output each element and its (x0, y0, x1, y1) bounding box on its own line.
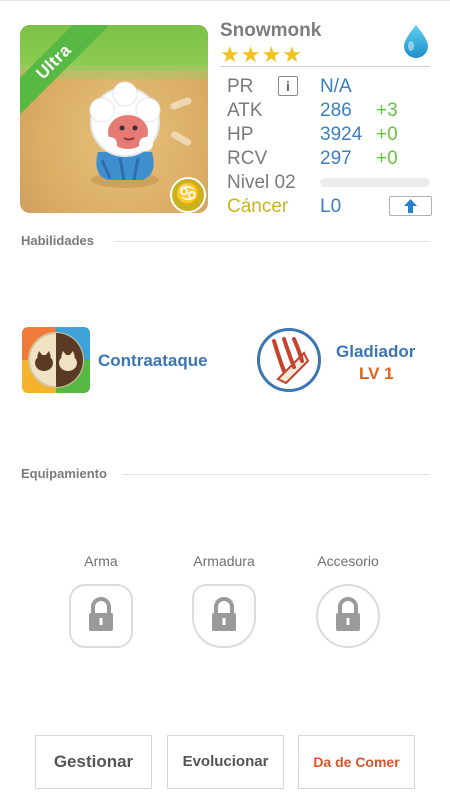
atk-label: ATK (227, 100, 263, 121)
weapon-slot-label: Arma (84, 553, 118, 569)
armor-slot-label: Armadura (193, 553, 255, 569)
upgrade-button[interactable] (389, 196, 432, 216)
rcv-label: RCV (227, 148, 268, 169)
armor-slot[interactable] (192, 584, 256, 648)
feed-button[interactable]: Da de Comer (298, 735, 415, 789)
lock-icon (212, 597, 236, 631)
header-divider (220, 66, 430, 67)
weapon-slot[interactable] (69, 584, 133, 648)
hp-bonus: +0 (376, 124, 398, 145)
pr-label: PR (227, 76, 254, 97)
equipment-title: Equipamiento (21, 466, 107, 481)
evolve-button[interactable]: Evolucionar (167, 735, 284, 789)
top-divider (0, 0, 450, 1)
gladiador-skill-level: LV 1 (359, 364, 394, 383)
abilities-divider (114, 241, 430, 242)
claw-icon (272, 337, 310, 385)
rank-value: L0 (320, 196, 342, 217)
contraataque-skill-name: Contraataque (98, 351, 208, 370)
rcv-value: 297 (320, 148, 352, 169)
unit-name: Snowmonk (220, 20, 322, 41)
accessory-slot-label: Accesorio (317, 553, 379, 569)
up-arrow-icon (404, 199, 417, 213)
star-rating: ★★★★ (220, 42, 303, 67)
zodiac-label: Cáncer (227, 196, 289, 217)
accessory-slot[interactable] (316, 584, 380, 648)
manage-button[interactable]: Gestionar (35, 735, 152, 789)
pr-value: N/A (320, 76, 352, 97)
rcv-bonus: +0 (376, 148, 398, 169)
equipment-divider (122, 474, 430, 475)
gladiador-skill-icon[interactable] (257, 328, 321, 392)
experience-bar (320, 178, 430, 187)
bone-decoration (169, 129, 193, 148)
hp-label: HP (227, 124, 254, 145)
lock-icon (336, 597, 360, 631)
atk-bonus: +3 (376, 100, 398, 121)
hp-value: 3924 (320, 124, 363, 145)
abilities-title: Habilidades (21, 233, 94, 248)
bone-decoration (169, 96, 193, 111)
lock-icon (89, 597, 113, 631)
gladiador-skill-name: Gladiador (336, 342, 416, 361)
snowmonk-sprite (89, 81, 161, 188)
unit-portrait[interactable]: Ultra ♋ (20, 25, 208, 213)
water-drop-icon (404, 25, 428, 58)
cancer-zodiac-icon: ♋ (170, 177, 206, 213)
level-label: Nivel 02 (227, 172, 296, 193)
pr-info-button[interactable]: i (278, 76, 298, 96)
atk-value: 286 (320, 100, 352, 121)
contraataque-skill-icon[interactable] (22, 327, 90, 393)
pigs-icon (22, 327, 90, 393)
